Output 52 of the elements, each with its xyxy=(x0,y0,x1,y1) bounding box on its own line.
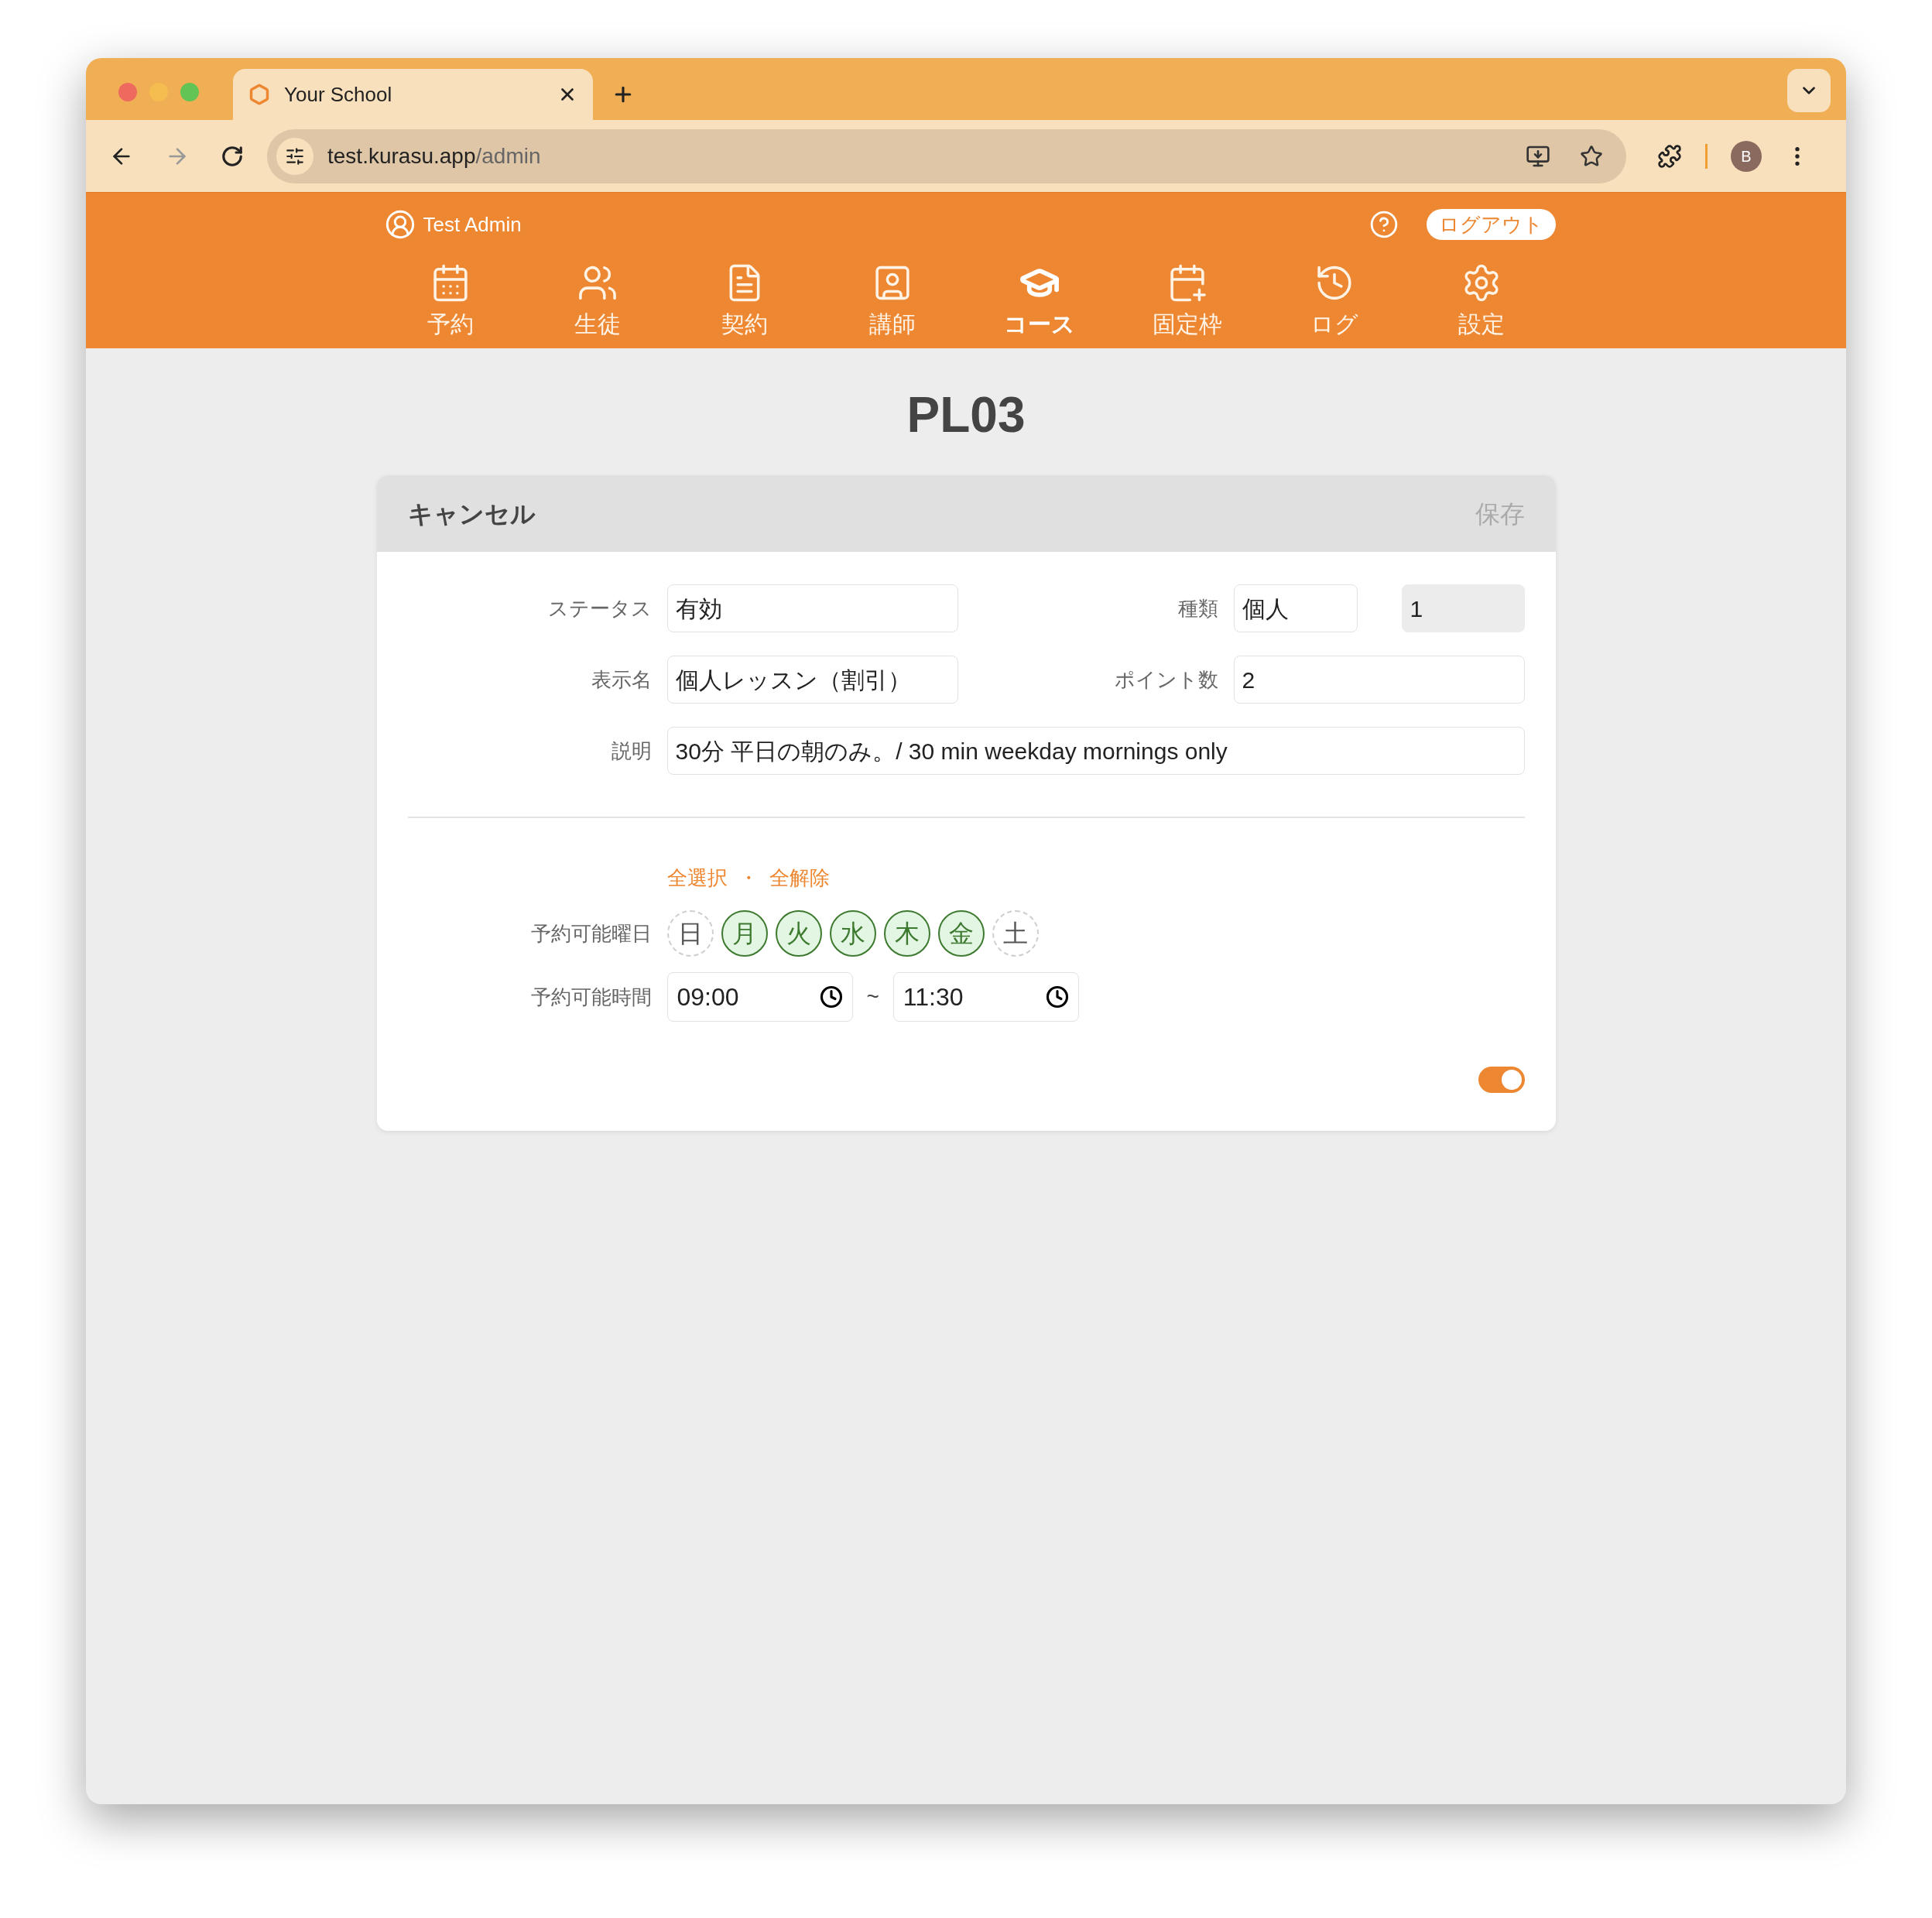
site-logo-icon xyxy=(248,84,270,105)
input-field[interactable]: 個人レッスン（割引） xyxy=(666,656,958,704)
bookmark-star-icon[interactable] xyxy=(1580,144,1603,168)
site-settings-icon[interactable] xyxy=(285,146,305,166)
separator-dot: ・ xyxy=(738,865,759,891)
nav-tab[interactable]: コース xyxy=(966,248,1114,341)
nav-tab[interactable]: 設定 xyxy=(1408,248,1556,341)
weekday-toggle[interactable]: 土 xyxy=(992,910,1039,957)
field-label: 予約可能時間 xyxy=(529,984,652,1010)
user-name: Test Admin xyxy=(423,211,522,238)
nav-tab[interactable]: 契約 xyxy=(671,248,819,341)
field-label: ステータス xyxy=(546,595,652,622)
help-icon[interactable] xyxy=(1368,210,1399,239)
input-field[interactable]: 有効 xyxy=(666,584,958,632)
field-label: 種類 xyxy=(1177,595,1218,622)
start-time-field[interactable]: 09:00 xyxy=(666,972,853,1022)
page-title: PL03 xyxy=(906,390,1026,440)
address-bar[interactable]: test.kurasu.app/admin xyxy=(267,128,1626,183)
nav-tab[interactable]: 講師 xyxy=(818,248,966,341)
nav-tab[interactable]: ログ xyxy=(1260,248,1409,341)
nav-tab[interactable]: 予約 xyxy=(376,248,524,341)
browser-tab[interactable]: Your School xyxy=(233,69,593,120)
clock-icon xyxy=(1045,985,1069,1009)
field-label: 説明 xyxy=(610,738,652,764)
end-time-field[interactable]: 11:30 xyxy=(892,972,1079,1022)
url-text: test.kurasu.app/admin xyxy=(327,142,542,170)
tab-title: Your School xyxy=(284,81,393,108)
input-field[interactable]: 個人 xyxy=(1233,584,1358,632)
cancel-button[interactable]: キャンセル xyxy=(407,495,536,533)
extensions-icon[interactable] xyxy=(1657,143,1682,169)
input-field[interactable]: 2 xyxy=(1233,656,1525,704)
weekday-toggle[interactable]: 日 xyxy=(666,910,714,957)
weekday-toggle[interactable]: 水 xyxy=(829,910,876,957)
weekday-toggle[interactable]: 月 xyxy=(721,910,768,957)
profile-avatar[interactable]: B xyxy=(1731,140,1762,172)
range-tilde: ~ xyxy=(866,984,879,1010)
toggle-switch[interactable] xyxy=(1478,1067,1525,1093)
field-label: 予約可能曜日 xyxy=(529,920,652,947)
weekday-toggle[interactable]: 金 xyxy=(937,910,985,957)
select-all-link[interactable]: 全選択 xyxy=(666,863,728,893)
weekday-toggle[interactable]: 火 xyxy=(775,910,822,957)
reload-icon[interactable] xyxy=(221,144,244,168)
clear-all-link[interactable]: 全解除 xyxy=(769,863,830,893)
input-field[interactable]: 30分 平日の朝のみ。/ 30 min weekday mornings only xyxy=(666,727,1525,775)
clock-icon xyxy=(819,985,843,1009)
user-icon xyxy=(384,209,416,240)
field-label: 表示名 xyxy=(590,666,652,693)
logout-button[interactable]: ログアウト xyxy=(1426,209,1556,240)
nav-tab[interactable]: 固定枠 xyxy=(1113,248,1261,341)
field-label: ポイント数 xyxy=(1114,666,1218,693)
nav-tab[interactable]: 生徒 xyxy=(523,248,672,341)
weekday-toggle[interactable]: 木 xyxy=(883,910,930,957)
